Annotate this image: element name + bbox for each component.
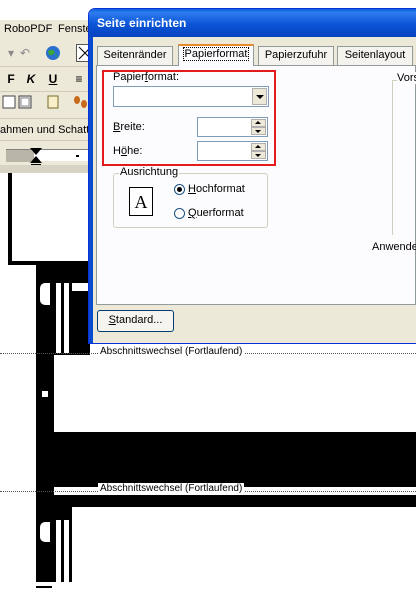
highlight-box — [102, 70, 276, 166]
tab-label: Seitenlayout — [344, 49, 406, 61]
tab-label: Papierzufuhr — [264, 49, 328, 61]
label-part: tandard... — [115, 314, 163, 326]
graphic-stripe — [56, 520, 61, 582]
label-accelerator: Q — [188, 207, 197, 219]
align-left-button[interactable]: ≡ — [70, 70, 88, 88]
page-border — [8, 173, 12, 265]
undo-icon[interactable]: ↶ — [16, 44, 34, 62]
tab-papierformat[interactable]: Papierformat — [178, 44, 254, 66]
menu-robopdf[interactable]: RoboPDF — [4, 23, 52, 35]
portrait-label[interactable]: Hochformat — [188, 183, 245, 195]
page-icon[interactable] — [44, 94, 62, 112]
italic-button[interactable]: K — [22, 70, 40, 88]
dialog-frame — [89, 37, 93, 343]
ruler-track — [6, 149, 100, 162]
graphic-cutout — [40, 283, 50, 305]
menu-fenster[interactable]: Fenste — [58, 23, 92, 35]
preview-group: Vors — [392, 72, 416, 235]
frames-label: ahmen und Schatti — [0, 124, 92, 136]
default-button[interactable]: Standard... — [97, 310, 174, 332]
landscape-radio[interactable] — [174, 208, 185, 219]
dialog-titlebar[interactable]: Seite einrichten — [89, 9, 416, 37]
formatting-toolbar: F K U ≡ — [0, 67, 100, 92]
menu-bar: RoboPDF Fenste — [0, 20, 100, 40]
graphic-stripe — [56, 283, 61, 353]
frames-toolbar — [0, 92, 100, 119]
graphic-stripe — [64, 283, 69, 353]
ruler-bottom — [0, 165, 90, 173]
tab-seitenraender[interactable]: Seitenränder — [97, 46, 173, 65]
underline-button[interactable]: U — [44, 70, 62, 88]
graphic-band — [36, 432, 416, 487]
label-accelerator: H — [188, 183, 196, 195]
tab-label: Seitenränder — [103, 49, 167, 61]
bold-button[interactable]: F — [2, 70, 20, 88]
frames-label-bar: ahmen und Schatti — [0, 119, 100, 141]
landscape-label[interactable]: Querformat — [188, 207, 244, 219]
first-line-indent — [30, 148, 42, 155]
globe-icon[interactable] — [44, 44, 62, 62]
label-part: uerformat — [196, 207, 244, 219]
hanging-indent — [30, 156, 42, 163]
graphic-dot — [42, 391, 48, 397]
graphic-stripe — [64, 520, 69, 582]
portrait-page-icon: A — [129, 187, 153, 216]
label-part: ochformat — [195, 183, 245, 195]
horizontal-ruler[interactable] — [0, 141, 100, 165]
graphic-band — [36, 495, 416, 507]
tab-label: Papierformat — [182, 47, 250, 61]
preview-legend: Vors — [397, 72, 416, 84]
section-break-label: Abschnittswechsel (Fortlaufend) — [98, 346, 245, 357]
graphic-block — [36, 265, 90, 355]
orientation-legend: Ausrichtung — [119, 166, 180, 178]
standard-toolbar: ▾ ↶ — [0, 40, 100, 67]
graphic-cutout — [40, 522, 50, 542]
section-break-label: Abschnittswechsel (Fortlaufend) — [98, 483, 245, 494]
apply-to-label: Anwende — [372, 241, 416, 253]
label-accelerator: S — [108, 314, 116, 326]
tab-papierzufuhr[interactable]: Papierzufuhr — [258, 46, 334, 65]
portrait-radio[interactable] — [174, 184, 185, 195]
tab-seitenlayout[interactable]: Seitenlayout — [337, 46, 413, 65]
graphic-line — [36, 586, 52, 588]
dialog-title: Seite einrichten — [97, 16, 187, 30]
ruler-tick — [76, 155, 79, 157]
frame-border-icon[interactable] — [16, 94, 34, 112]
